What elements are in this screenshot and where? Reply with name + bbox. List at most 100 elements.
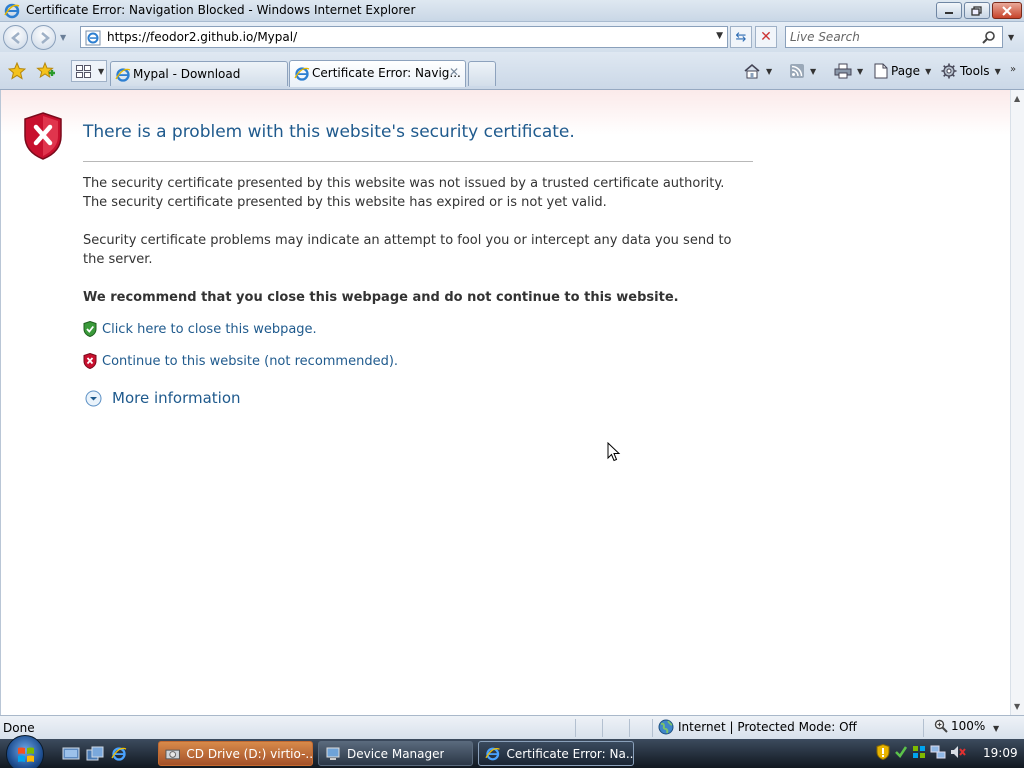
zoom-dropdown-icon[interactable]: ▼: [993, 724, 999, 733]
forward-button[interactable]: [31, 25, 56, 50]
refresh-button[interactable]: ⇆: [730, 26, 752, 48]
antivirus-check-icon[interactable]: [894, 744, 908, 760]
tools-menu-label: Tools: [960, 64, 990, 78]
taskbar-item-label: Device Manager: [347, 746, 445, 761]
taskbar-item-certificate-error[interactable]: Certificate Error: Na...: [478, 741, 634, 766]
scroll-up-icon[interactable]: ▲: [1014, 94, 1020, 103]
globe-icon: [658, 719, 674, 735]
expired-certificate-text: The security certificate presented by th…: [83, 195, 607, 210]
green-shield-icon: [83, 321, 97, 337]
tab-label: Mypal - Download: [133, 67, 241, 81]
security-center-shield-icon[interactable]: [876, 744, 890, 760]
status-divider: [923, 719, 924, 737]
cd-drive-icon: [165, 749, 180, 759]
back-arrow-icon: [11, 32, 20, 44]
page-menu-dropdown-icon: ▼: [925, 66, 932, 76]
recommendation-text: We recommend that you close this webpage…: [83, 290, 679, 305]
clock[interactable]: 19:09: [983, 746, 1018, 760]
status-divider: [652, 719, 653, 737]
stop-icon: ✕: [760, 29, 772, 45]
page-icon: [874, 63, 888, 79]
back-button[interactable]: [3, 25, 28, 50]
tab-certificate-error[interactable]: Certificate Error: Navig... ✕: [289, 60, 466, 87]
network-icon[interactable]: [930, 744, 946, 760]
close-window-button[interactable]: [992, 2, 1022, 19]
switch-windows-icon[interactable]: [86, 746, 104, 762]
close-webpage-row: Click here to close this webpage.: [83, 321, 317, 337]
ie-page-icon: [85, 30, 101, 46]
rss-feed-icon: [790, 64, 804, 78]
scroll-down-icon[interactable]: ▼: [1014, 702, 1020, 711]
windows-update-icon[interactable]: [912, 744, 926, 760]
mouse-cursor-icon: [607, 442, 621, 462]
red-shield-icon: [83, 353, 97, 369]
taskbar-item-label: CD Drive (D:) virtio-...: [186, 746, 312, 761]
expand-chevron-icon: [85, 390, 102, 406]
error-shield-icon: [24, 112, 62, 160]
ie-logo-icon: [485, 747, 500, 760]
refresh-icon: ⇆: [735, 29, 747, 45]
search-icon[interactable]: [982, 30, 996, 44]
print-dropdown[interactable]: ▼: [857, 67, 863, 76]
feeds-dropdown[interactable]: ▼: [810, 67, 816, 76]
close-tab-icon[interactable]: ✕: [449, 65, 459, 79]
volume-muted-icon[interactable]: [950, 744, 966, 760]
address-bar[interactable]: https://feodor2.github.io/Mypal/ ▼: [80, 26, 728, 48]
restore-button[interactable]: [964, 2, 990, 19]
ie-logo-icon: [4, 3, 20, 19]
close-webpage-link[interactable]: Click here to close this webpage.: [102, 322, 317, 337]
search-options-dropdown[interactable]: ▼: [1008, 33, 1014, 42]
search-input[interactable]: [790, 29, 975, 45]
print-button[interactable]: ▼: [834, 60, 863, 82]
quick-tabs-button[interactable]: ▼: [71, 60, 107, 82]
stop-button[interactable]: ✕: [755, 26, 777, 48]
taskbar-item-device-manager[interactable]: Device Manager: [318, 741, 473, 766]
more-information-toggle[interactable]: More information: [85, 389, 241, 407]
vertical-scrollbar[interactable]: ▲ ▼: [1010, 90, 1024, 715]
close-icon: [1002, 5, 1012, 16]
new-tab-button[interactable]: [468, 61, 496, 86]
recent-pages-dropdown[interactable]: ▼: [60, 33, 66, 42]
continue-website-link[interactable]: Continue to this website (not recommende…: [102, 354, 398, 369]
minimize-icon: [945, 11, 953, 14]
show-desktop-icon[interactable]: [62, 746, 80, 762]
taskbar: CD Drive (D:) virtio-... Device Manager …: [0, 735, 1024, 768]
tools-menu-dropdown-icon: ▼: [994, 66, 1001, 76]
address-url[interactable]: https://feodor2.github.io/Mypal/: [107, 30, 297, 44]
search-box[interactable]: [785, 26, 1003, 48]
more-information-label: More information: [112, 389, 241, 407]
ie-page-icon: [115, 68, 131, 82]
security-zone[interactable]: Internet | Protected Mode: Off: [658, 719, 857, 735]
continue-website-row: Continue to this website (not recommende…: [83, 353, 398, 369]
untrusted-authority-text: The security certificate presented by th…: [83, 176, 725, 191]
favorites-center-icon[interactable]: [8, 62, 26, 80]
taskbar-item-label: Certificate Error: Na...: [506, 746, 633, 761]
tools-menu-button[interactable]: Tools ▼: [941, 60, 1001, 82]
minimize-button[interactable]: [936, 2, 962, 19]
windows-logo-icon: [18, 747, 34, 762]
feeds-button[interactable]: ▼: [789, 60, 816, 82]
status-divider: [602, 719, 603, 737]
zoom-level-button[interactable]: 100%: [934, 719, 985, 733]
restore-icon: [971, 5, 982, 16]
tab-list-dropdown[interactable]: ▼: [98, 67, 104, 76]
home-button[interactable]: ▼: [743, 60, 772, 82]
taskbar-item-cd-drive[interactable]: CD Drive (D:) virtio-...: [158, 741, 313, 766]
security-zone-label: Internet | Protected Mode: Off: [678, 720, 857, 734]
more-commands-chevron-icon[interactable]: »: [1010, 64, 1016, 75]
page-menu-button[interactable]: Page ▼: [874, 60, 931, 82]
page-content: There is a problem with this website's s…: [0, 90, 1010, 715]
ie-page-icon: [294, 67, 310, 81]
home-dropdown[interactable]: ▼: [766, 67, 772, 76]
address-dropdown-icon[interactable]: ▼: [716, 31, 723, 41]
status-text: Done: [3, 721, 35, 735]
device-manager-icon: [326, 747, 340, 760]
add-to-favorites-icon[interactable]: [36, 61, 56, 81]
tab-mypal-download[interactable]: Mypal - Download: [110, 61, 288, 86]
ie-quicklaunch-icon[interactable]: [110, 746, 128, 762]
home-icon: [744, 63, 760, 79]
status-bar: Done Internet | Protected Mode: Off 100%…: [0, 715, 1024, 739]
start-button[interactable]: [6, 735, 44, 768]
zoom-magnifier-icon: [934, 719, 948, 733]
address-toolbar: ▼ https://feodor2.github.io/Mypal/ ▼ ⇆ ✕…: [0, 22, 1024, 52]
